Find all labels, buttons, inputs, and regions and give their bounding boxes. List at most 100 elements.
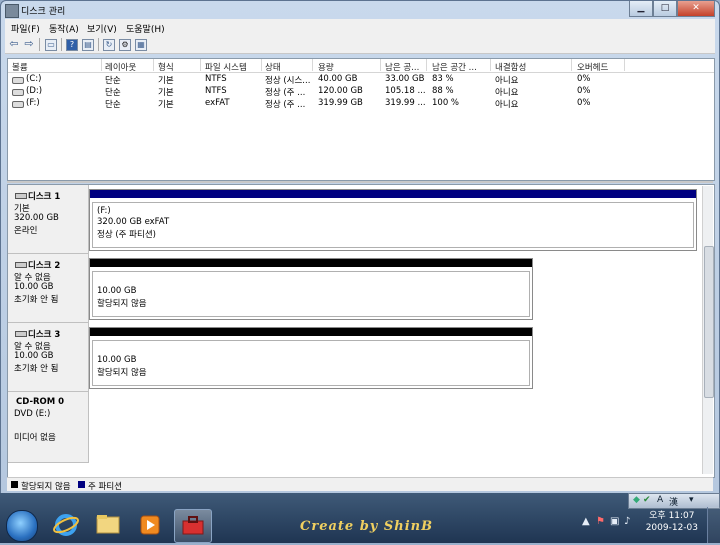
cell-free-percent: 83 % xyxy=(432,74,454,84)
disk-3-status: 초기화 안 됨 xyxy=(14,364,59,374)
cdrom-0-label[interactable]: CD-ROM 0 DVD (E:) 미디어 없음 xyxy=(8,392,89,463)
input-language-indicator[interactable]: A xyxy=(657,495,663,505)
properties-icon[interactable]: ▤ xyxy=(82,39,94,51)
clock-date: 2009-12-03 xyxy=(645,523,698,533)
disk-2-unallocated[interactable]: 10.00 GB 할당되지 않음 xyxy=(89,258,533,320)
system-tray: ▲ ⚑ ▣ ♪ 오후 11:07 2009-12-03 xyxy=(580,507,720,543)
menu-help[interactable]: 도움말(H) xyxy=(126,22,165,35)
scrollbar-thumb[interactable] xyxy=(704,246,714,398)
cell-layout: 단순 xyxy=(105,100,121,110)
taskbar-explorer[interactable] xyxy=(90,509,126,541)
taskbar: ◆ ✔ A 漢 ▾ Create by ShinB ▲ ⚑ ▣ ♪ 오후 11:… xyxy=(0,493,720,543)
disk-1-name: 디스크 1 xyxy=(28,192,61,202)
partition-f[interactable]: (F:) 320.00 GB exFAT 정상 (주 파티션) xyxy=(89,189,697,251)
cell-type: 기본 xyxy=(158,76,174,86)
col-volume[interactable]: 볼륨 xyxy=(12,61,28,73)
disk-3-unallocated[interactable]: 10.00 GB 할당되지 않음 xyxy=(89,327,533,389)
settings-icon[interactable]: ⚙ xyxy=(119,39,131,51)
flag-icon[interactable]: ⚑ xyxy=(596,516,605,527)
cell-filesystem: NTFS xyxy=(205,86,227,96)
internet-explorer-icon xyxy=(53,514,79,536)
network-icon[interactable]: ▣ xyxy=(610,516,619,527)
col-free-space[interactable]: 남은 공... xyxy=(385,61,419,73)
cell-free-space: 105.18 ... xyxy=(385,86,426,96)
start-button[interactable] xyxy=(6,510,38,542)
volume-icon[interactable]: ♪ xyxy=(624,516,630,527)
volume-row-d[interactable]: (D:) 단순 기본 NTFS 정상 (주 ... 120.00 GB 105.… xyxy=(8,86,714,98)
col-free-percent[interactable]: 남은 공간 ... xyxy=(432,61,477,73)
title-bar[interactable]: 디스크 관리 ▁ □ ✕ xyxy=(1,1,719,19)
disk-2-status: 초기화 안 됨 xyxy=(14,295,59,305)
taskbar-ie[interactable] xyxy=(48,509,84,541)
show-desktop-button[interactable] xyxy=(707,507,720,543)
disk-2-unallocated-size: 10.00 GB xyxy=(97,286,137,296)
menu-action[interactable]: 동작(A) xyxy=(49,22,79,35)
unallocated-bar xyxy=(90,328,532,336)
disk-graph-pane: 디스크 1 기본 320.00 GB 온라인 (F:) 320.00 GB ex… xyxy=(7,184,715,478)
volume-list: 볼륨 레이아웃 형식 파일 시스템 상태 용량 남은 공... 남은 공간 ..… xyxy=(7,58,715,181)
taskbar-disk-management[interactable] xyxy=(174,509,212,543)
col-capacity[interactable]: 용량 xyxy=(318,61,334,73)
primary-partition-bar xyxy=(90,190,696,198)
disk-2-size: 10.00 GB xyxy=(14,282,54,292)
disk-3-unallocated-size: 10.00 GB xyxy=(97,355,137,365)
cell-capacity: 40.00 GB xyxy=(318,74,358,84)
cell-free-space: 33.00 GB xyxy=(385,74,425,84)
check-icon[interactable]: ✔ xyxy=(643,495,651,505)
menu-bar: 파일(F) 동작(A) 보기(V) 도움말(H) xyxy=(5,19,715,36)
volume-row-c[interactable]: (C:) 단순 기본 NTFS 정상 (시스... 40.00 GB 33.00… xyxy=(8,74,714,86)
cell-overhead: 0% xyxy=(577,86,591,96)
cell-type: 기본 xyxy=(158,88,174,98)
disk-management-window: 디스크 관리 ▁ □ ✕ 파일(F) 동작(A) 보기(V) 도움말(H) ⇦ … xyxy=(0,0,720,494)
rescan-icon[interactable]: ▦ xyxy=(135,39,147,51)
back-icon[interactable]: ⇦ xyxy=(8,38,20,50)
drive-icon xyxy=(12,77,24,84)
unallocated-bar xyxy=(90,259,532,267)
cell-free-percent: 88 % xyxy=(432,86,454,96)
col-type[interactable]: 형식 xyxy=(158,61,174,73)
help-icon[interactable]: ? xyxy=(66,39,78,51)
col-layout[interactable]: 레이아웃 xyxy=(105,61,136,73)
cell-free-space: 319.99 ... xyxy=(385,98,426,108)
maximize-button[interactable]: □ xyxy=(653,1,677,17)
cell-fault-tolerance: 아니요 xyxy=(495,76,519,86)
menu-file[interactable]: 파일(F) xyxy=(11,22,40,35)
refresh-icon[interactable]: ↻ xyxy=(103,39,115,51)
menu-view[interactable]: 보기(V) xyxy=(87,22,117,35)
drive-icon xyxy=(12,101,24,108)
forward-icon[interactable]: ⇨ xyxy=(23,38,35,50)
disk-1-size: 320.00 GB xyxy=(14,213,59,223)
watermark-text: Create by ShinB xyxy=(300,519,434,534)
col-filesystem[interactable]: 파일 시스템 xyxy=(205,61,247,73)
disk-2-label[interactable]: 디스크 2 알 수 없음 10.00 GB 초기화 안 됨 xyxy=(8,254,89,323)
cell-volume: (D:) xyxy=(26,86,43,96)
disk-3-label[interactable]: 디스크 3 알 수 없음 10.00 GB 초기화 안 됨 xyxy=(8,323,89,392)
console-tree-icon[interactable]: ▭ xyxy=(45,39,57,51)
disk-3-size: 10.00 GB xyxy=(14,351,54,361)
disk-icon xyxy=(15,193,27,199)
clock[interactable]: 오후 11:07 2009-12-03 xyxy=(646,510,698,534)
taskbar-media-player[interactable] xyxy=(132,509,168,541)
volume-row-f[interactable]: (F:) 단순 기본 exFAT 정상 (주 ... 319.99 GB 319… xyxy=(8,98,714,110)
disk-icon xyxy=(15,262,27,268)
language-bar-handle-icon[interactable]: ◆ xyxy=(633,495,640,505)
cell-capacity: 120.00 GB xyxy=(318,86,363,96)
clock-time: 오후 11:07 xyxy=(649,511,695,521)
primary-swatch xyxy=(78,481,85,488)
disk-1-label[interactable]: 디스크 1 기본 320.00 GB 온라인 xyxy=(8,185,89,254)
legend-bar: 할당되지 않음 주 파티션 xyxy=(7,477,713,492)
col-status[interactable]: 상태 xyxy=(265,61,281,73)
tray-expand-icon[interactable]: ▲ xyxy=(582,516,590,527)
col-fault-tolerance[interactable]: 내결함성 xyxy=(495,61,526,73)
cell-overhead: 0% xyxy=(577,98,591,108)
pane-splitter[interactable] xyxy=(7,181,713,183)
vertical-scrollbar[interactable] xyxy=(702,186,714,474)
minimize-button[interactable]: ▁ xyxy=(629,1,653,17)
disk-2-name: 디스크 2 xyxy=(28,261,61,271)
cell-status: 정상 (주 ... xyxy=(265,88,306,98)
langbar-options-icon[interactable]: ▾ xyxy=(689,495,694,505)
legend-primary: 주 파티션 xyxy=(88,482,122,492)
col-overhead[interactable]: 오버헤드 xyxy=(577,61,608,73)
media-player-icon xyxy=(140,515,160,535)
close-button[interactable]: ✕ xyxy=(677,1,715,17)
